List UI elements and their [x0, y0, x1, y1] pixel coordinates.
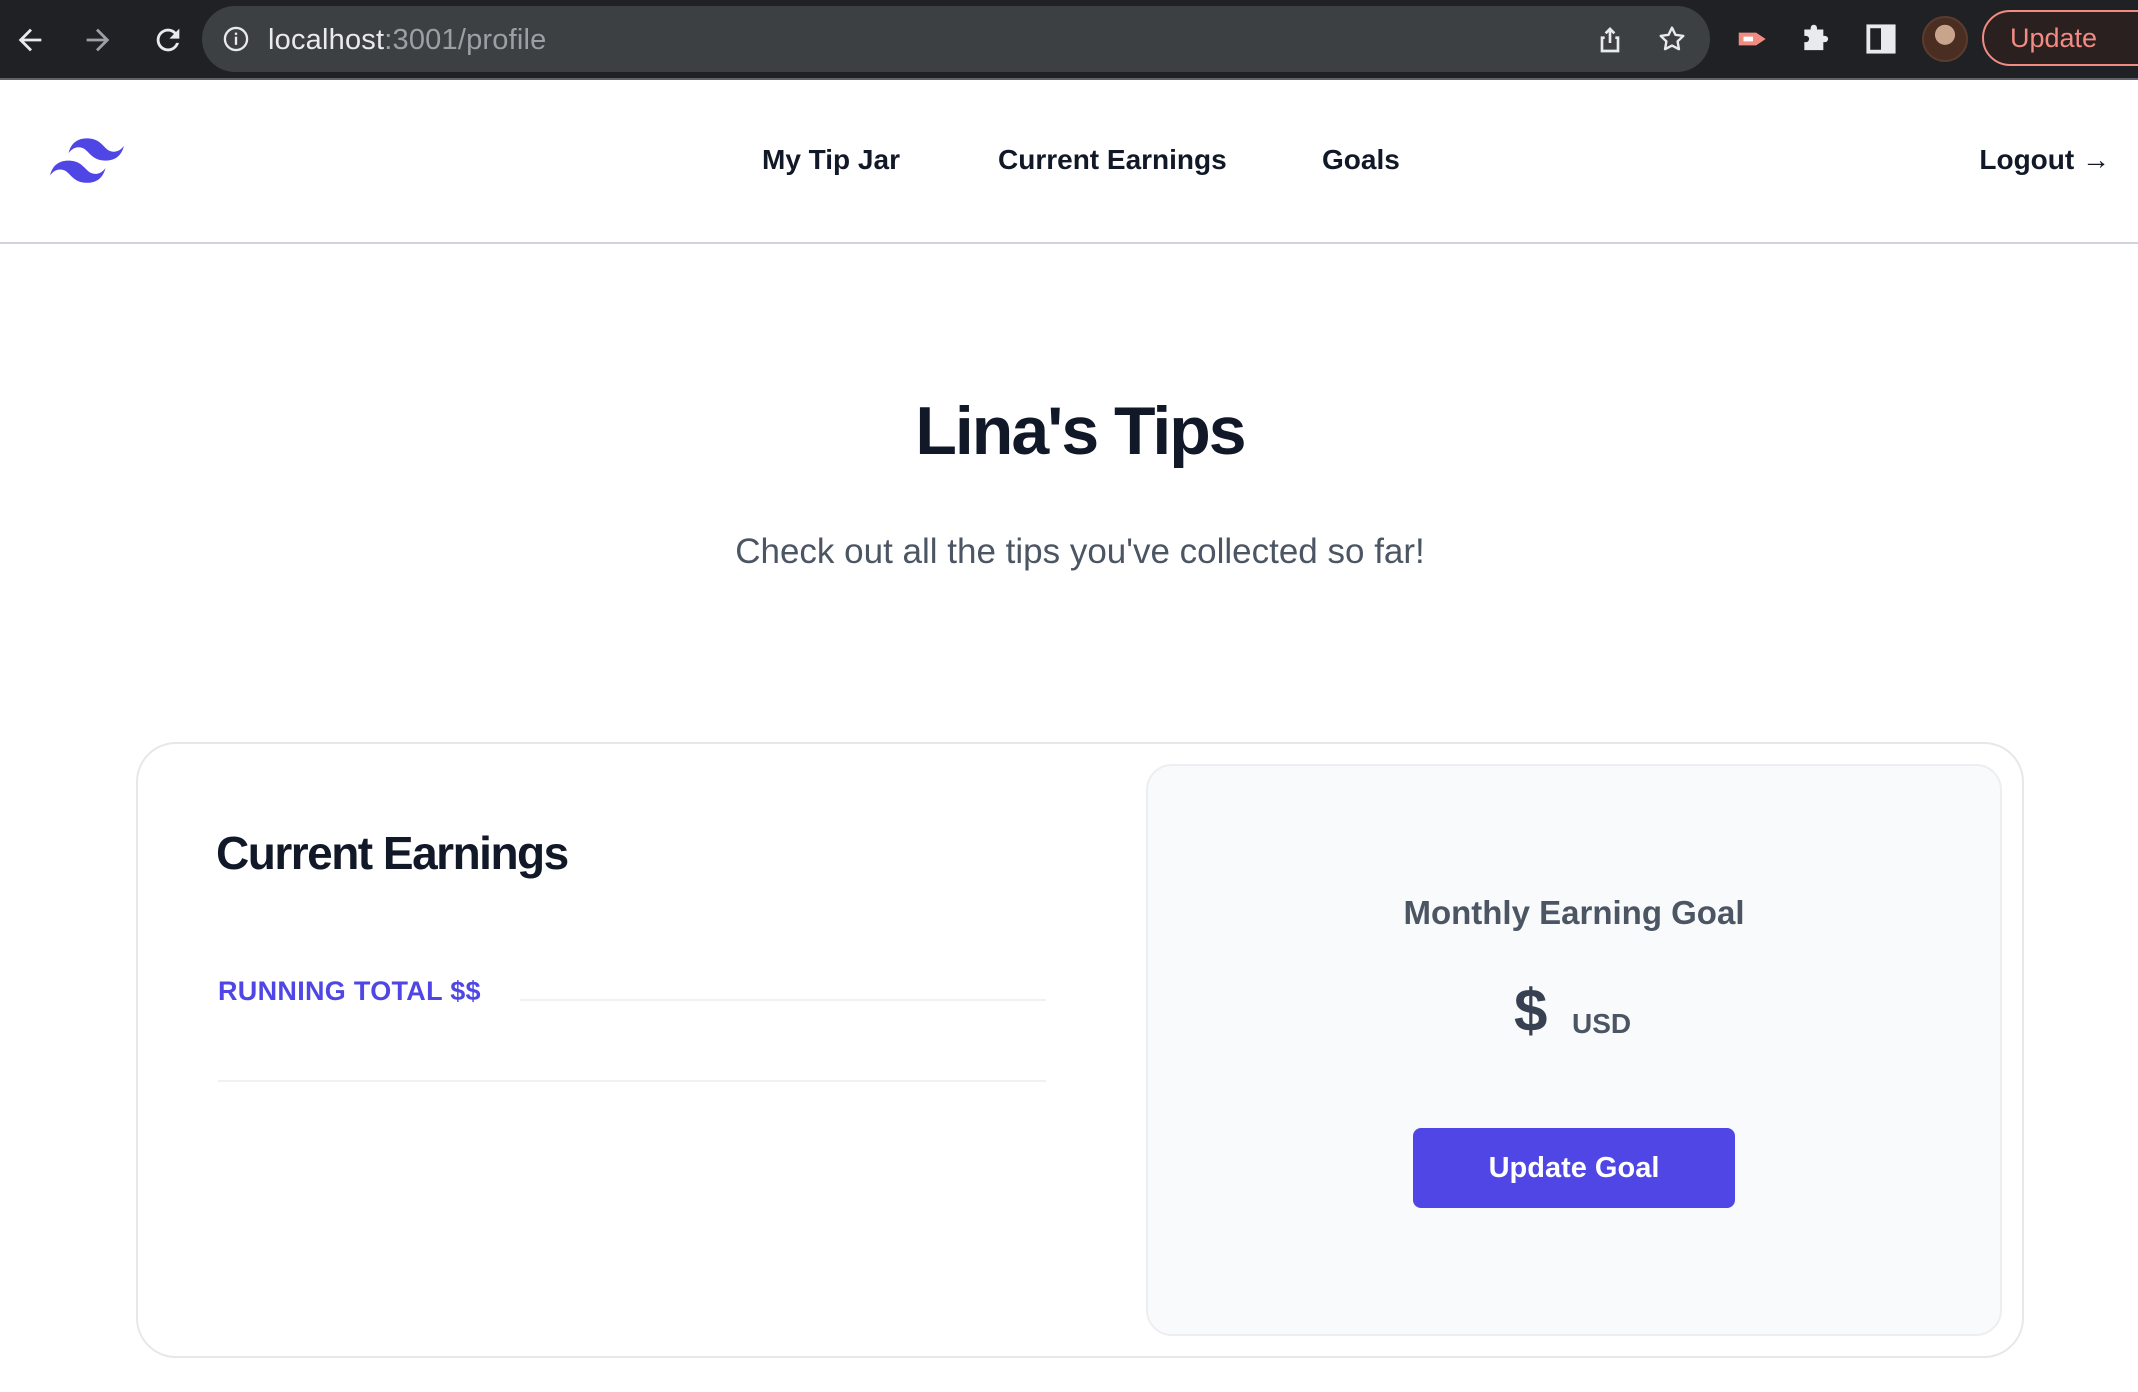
nav-my-tip-jar[interactable]: My Tip Jar — [762, 144, 900, 176]
divider — [520, 999, 1046, 1001]
goal-label: Monthly Earning Goal — [1403, 894, 1745, 931]
tailwind-logo-icon[interactable] — [50, 138, 124, 184]
goal-currency: USD — [1572, 1008, 1632, 1039]
reload-icon[interactable] — [142, 14, 194, 66]
page-title: Lina's Tips — [915, 393, 1246, 469]
share-icon[interactable] — [1594, 23, 1626, 55]
goal-amount: $ — [1514, 977, 1548, 1044]
url-host: localhost — [268, 24, 385, 56]
earnings-title: Current Earnings — [216, 827, 569, 879]
site-header: My Tip Jar Current Earnings Goals Logout… — [0, 82, 2138, 244]
url-text[interactable]: localhost:3001/profile — [268, 25, 546, 55]
back-arrow-icon[interactable] — [4, 14, 56, 66]
update-label: Update — [2010, 23, 2098, 53]
running-total-label: RUNNING TOTAL $$ — [218, 976, 481, 1006]
info-icon[interactable] — [222, 25, 250, 53]
extension-icon[interactable] — [1734, 20, 1772, 58]
avatar[interactable] — [1922, 16, 1968, 62]
address-bar[interactable]: localhost:3001/profile — [202, 6, 1710, 72]
puzzle-icon[interactable] — [1798, 20, 1836, 58]
browser-toolbar: localhost:3001/profile Update — [0, 0, 2138, 80]
forward-arrow-icon[interactable] — [72, 14, 124, 66]
nav-goals[interactable]: Goals — [1322, 144, 1400, 176]
goal-panel — [1146, 764, 2002, 1336]
update-goal-button[interactable]: Update Goal — [1413, 1128, 1735, 1208]
nav-current-earnings[interactable]: Current Earnings — [998, 144, 1227, 176]
divider — [218, 1080, 1046, 1082]
page-subtitle: Check out all the tips you've collected … — [735, 532, 1425, 571]
browser-update-button[interactable]: Update — [1982, 10, 2138, 66]
star-icon[interactable] — [1656, 23, 1688, 55]
sidepanel-icon[interactable] — [1862, 20, 1900, 58]
url-path: :3001/profile — [384, 24, 547, 56]
logout-link[interactable]: Logout → — [1979, 144, 2110, 176]
